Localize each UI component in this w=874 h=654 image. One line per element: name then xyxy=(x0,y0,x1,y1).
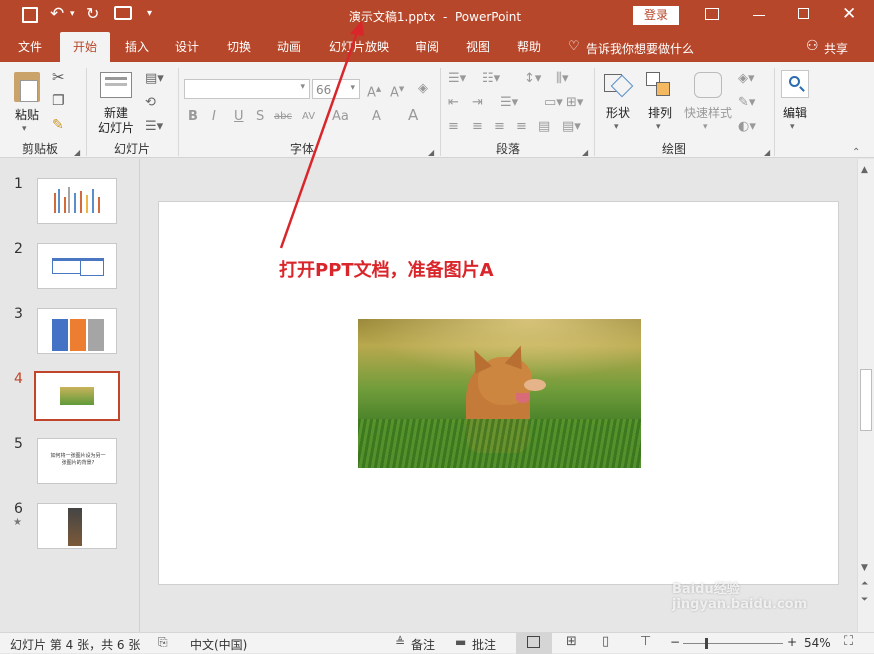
watermark: Baidu经验 jingyan.baidu.com xyxy=(672,582,808,612)
comments-button[interactable]: 批注 xyxy=(472,636,496,653)
annotation-text: 打开PPT文档，准备图片A xyxy=(279,260,494,281)
notes-icon[interactable]: ≜ xyxy=(395,635,405,649)
status-bar: 幻灯片 第 4 张，共 6 张 ⎘ 中文(中国) ≜ 备注 ▬ 批注 ⊞ ▯ ⊤… xyxy=(0,632,874,654)
spellcheck-icon[interactable]: ⎘ xyxy=(158,635,168,650)
notes-button[interactable]: 备注 xyxy=(411,636,435,653)
comments-icon[interactable]: ▬ xyxy=(455,635,466,649)
slideshow-view-icon[interactable]: ⊤ xyxy=(640,634,651,649)
reading-view-icon[interactable]: ▯ xyxy=(602,634,609,649)
zoom-slider-thumb[interactable] xyxy=(705,638,708,649)
normal-view-icon xyxy=(527,636,540,648)
fit-slide-icon[interactable]: ⛶ xyxy=(844,634,853,649)
scroll-down-icon[interactable]: ▼ xyxy=(861,563,868,573)
zoom-in-button[interactable]: + xyxy=(787,635,797,649)
zoom-slider[interactable] xyxy=(683,638,783,649)
slide-count-status: 幻灯片 第 4 张，共 6 张 xyxy=(10,638,141,652)
zoom-level[interactable]: 54% xyxy=(804,636,831,650)
annotation-arrow xyxy=(279,20,364,249)
normal-view-button[interactable] xyxy=(516,633,552,654)
slide-sorter-icon[interactable]: ⊞ xyxy=(566,634,577,649)
vertical-scrollbar[interactable]: ▲ ▼ ⏶ ⏷ xyxy=(857,159,874,632)
zoom-out-button[interactable]: − xyxy=(670,635,680,649)
language-status[interactable]: 中文(中国) xyxy=(190,636,247,653)
scroll-thumb[interactable] xyxy=(860,369,872,431)
scroll-up-icon[interactable]: ▲ xyxy=(861,165,868,175)
